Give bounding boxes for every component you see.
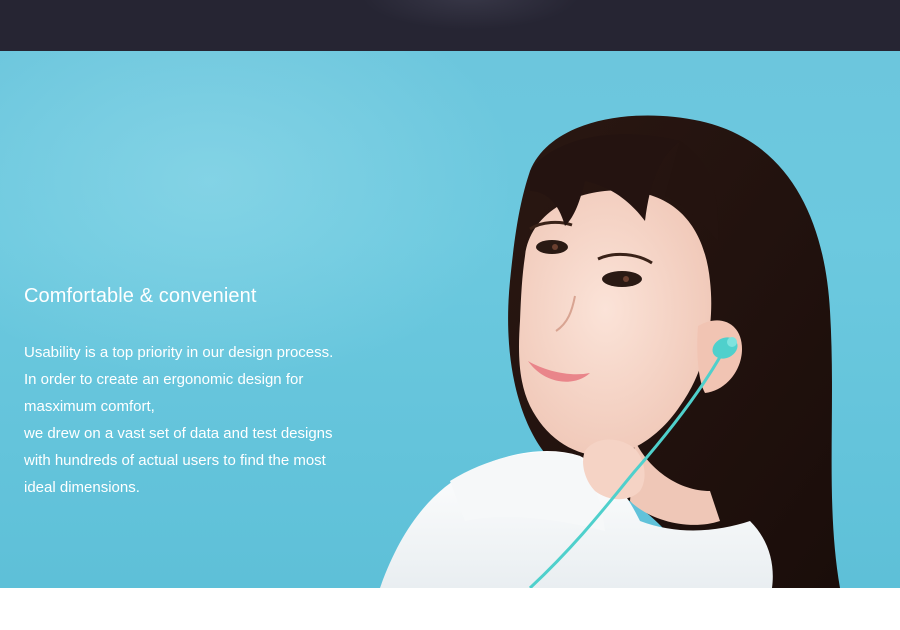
- description-line: we drew on a vast set of data and test d…: [24, 425, 333, 442]
- bottom-spacer: [0, 588, 900, 630]
- model-wearing-earphones-image: [380, 115, 840, 588]
- feature-description: Usability is a top priority in our desig…: [24, 339, 333, 501]
- description-line: Usability is a top priority in our desig…: [24, 344, 334, 361]
- description-line: ideal dimensions.: [24, 479, 140, 496]
- description-line: In order to create an ergonomic design f…: [24, 371, 304, 388]
- top-bar: [0, 0, 900, 51]
- feature-banner: Comfortable & convenient Usability is a …: [0, 51, 900, 588]
- feature-title: Comfortable & convenient: [24, 285, 257, 307]
- product-page: Comfortable & convenient Usability is a …: [0, 0, 900, 630]
- description-line: with hundreds of actual users to find th…: [24, 452, 326, 469]
- description-line: masximum comfort,: [24, 398, 155, 415]
